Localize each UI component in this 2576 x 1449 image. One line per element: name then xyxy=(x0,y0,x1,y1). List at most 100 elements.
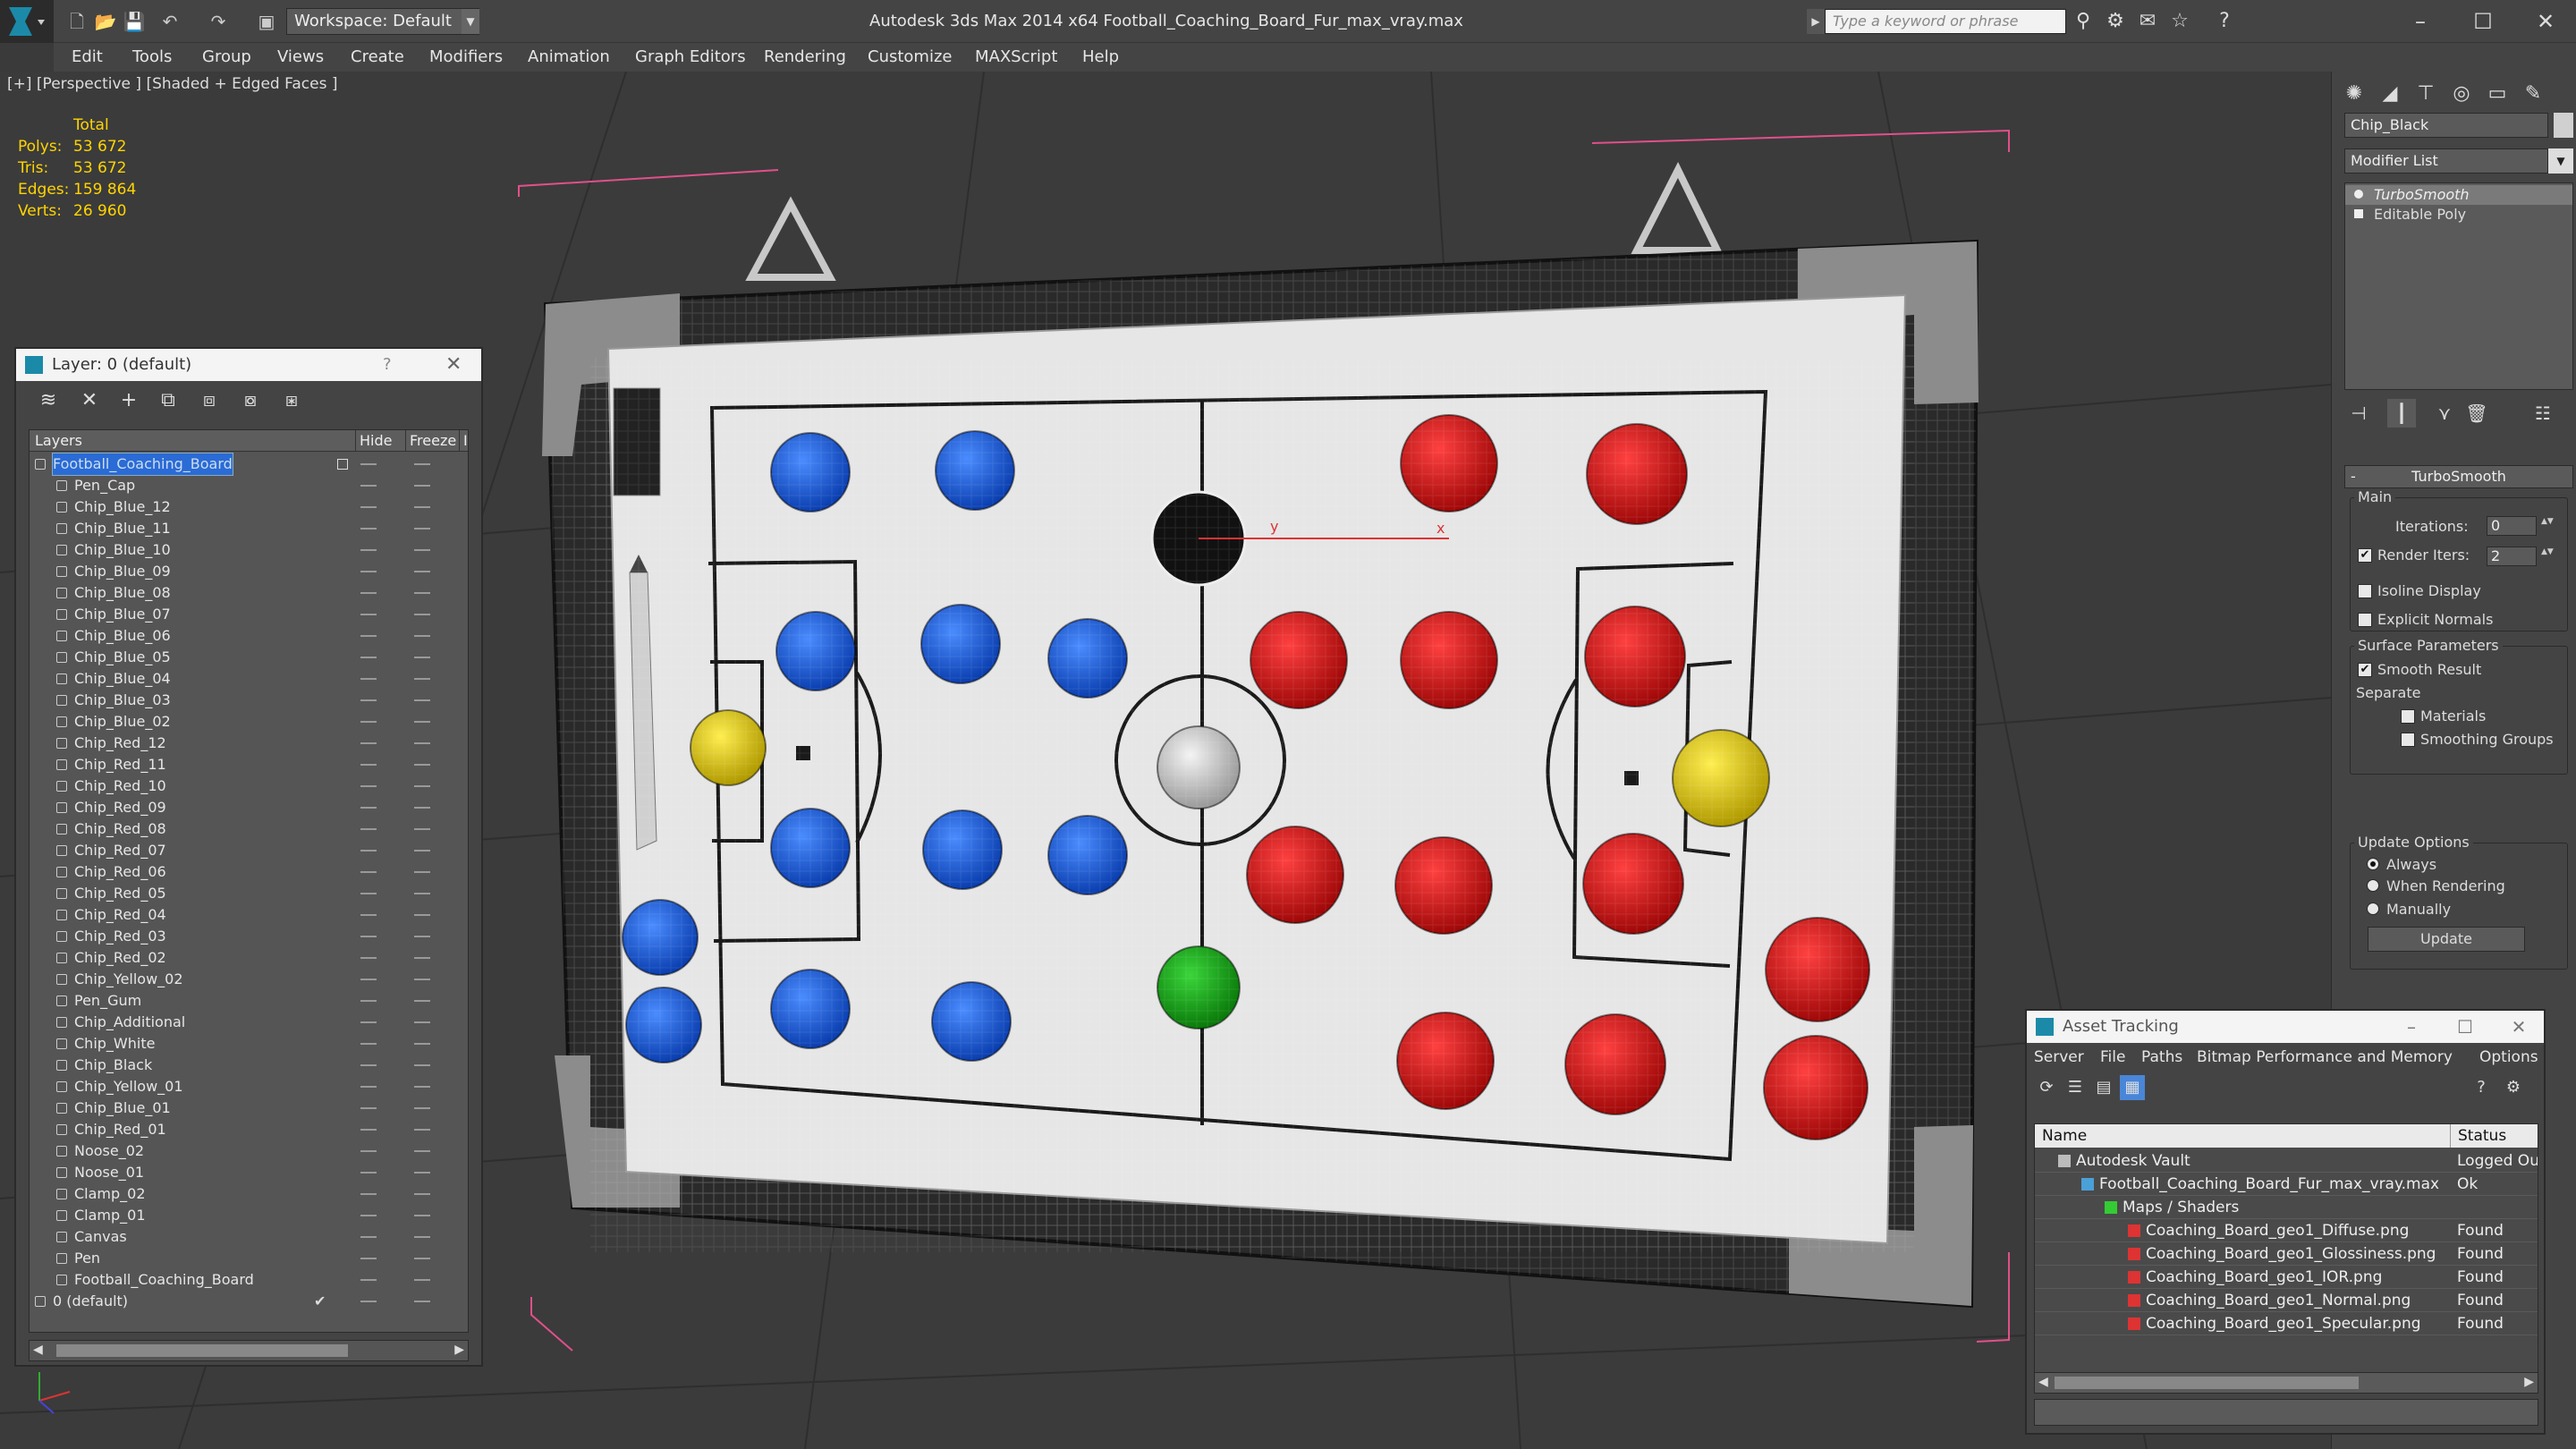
layer-row[interactable]: Chip_Red_11 xyxy=(30,754,468,775)
hide-toggle[interactable] xyxy=(360,1150,377,1152)
freeze-toggle[interactable] xyxy=(414,571,430,572)
layer-panel-title[interactable]: Layer: 0 (default) xyxy=(16,349,481,381)
freeze-toggle[interactable] xyxy=(414,1107,430,1109)
manually-radio[interactable] xyxy=(2367,902,2379,915)
menu-graph-editors[interactable]: Graph Editors xyxy=(635,47,746,68)
add-to-layer-icon[interactable]: + xyxy=(114,386,143,415)
hide-toggle[interactable] xyxy=(360,571,377,572)
iterations-spinner[interactable]: 0 xyxy=(2487,516,2554,536)
object-color-swatch[interactable] xyxy=(2554,113,2573,138)
hide-toggle[interactable] xyxy=(360,635,377,637)
asset-row[interactable]: Autodesk Vault Logged Ou xyxy=(2035,1149,2538,1173)
modifier-list-dropdown[interactable]: Modifier List xyxy=(2344,148,2548,174)
layer-row[interactable]: Chip_Black xyxy=(30,1055,468,1076)
hide-toggle[interactable] xyxy=(360,914,377,916)
show-end-result-icon[interactable]: ┃ xyxy=(2387,399,2416,428)
col-extra[interactable]: I xyxy=(459,430,468,452)
hide-toggle[interactable] xyxy=(360,807,377,809)
asset-row[interactable]: Coaching_Board_geo1_IOR.png Found xyxy=(2035,1266,2538,1289)
binoculars-icon[interactable]: ⚲ xyxy=(2070,8,2097,35)
save-file-icon[interactable]: 💾 xyxy=(122,9,147,34)
layer-row[interactable]: Chip_Red_04 xyxy=(30,904,468,926)
hide-toggle[interactable] xyxy=(360,785,377,787)
freeze-toggle[interactable] xyxy=(414,979,430,980)
layer-row[interactable]: Chip_Red_07 xyxy=(30,840,468,861)
freeze-toggle[interactable] xyxy=(414,1258,430,1259)
modify-tab-icon[interactable]: ◢ xyxy=(2375,79,2405,109)
hide-toggle[interactable] xyxy=(360,1301,377,1302)
motion-tab-icon[interactable]: ◎ xyxy=(2446,79,2477,109)
hide-toggle[interactable] xyxy=(360,1064,377,1066)
hide-toggle[interactable] xyxy=(360,1172,377,1174)
list-view-icon[interactable]: ☰ xyxy=(2063,1075,2088,1100)
minimize-icon[interactable]: – xyxy=(2394,1011,2429,1043)
horizontal-scrollbar[interactable]: ◀ ▶ xyxy=(29,1340,469,1361)
freeze-toggle[interactable] xyxy=(414,1129,430,1131)
hide-toggle[interactable] xyxy=(360,1258,377,1259)
menu-rendering[interactable]: Rendering xyxy=(764,47,846,68)
new-file-icon[interactable]: 🗋 xyxy=(64,9,89,34)
project-folder-icon[interactable]: ▣ xyxy=(254,9,279,34)
undo-icon[interactable]: ↶ xyxy=(157,9,182,34)
smooth-result-checkbox[interactable]: ✔ xyxy=(2358,663,2372,677)
layer-row[interactable]: Chip_Red_09 xyxy=(30,797,468,818)
menu-help[interactable]: Help xyxy=(1082,47,1119,68)
layer-row[interactable]: Chip_Blue_12 xyxy=(30,496,468,518)
hide-toggle[interactable] xyxy=(360,764,377,766)
open-file-icon[interactable]: 📂 xyxy=(93,9,118,34)
hide-toggle[interactable] xyxy=(360,979,377,980)
freeze-toggle[interactable] xyxy=(414,1172,430,1174)
layer-row[interactable]: Noose_01 xyxy=(30,1162,468,1183)
stack-item-turbosmooth[interactable]: TurboSmooth xyxy=(2345,185,2572,205)
col-freeze[interactable]: Freeze xyxy=(405,430,456,452)
freeze-toggle[interactable] xyxy=(414,1064,430,1066)
freeze-toggle[interactable] xyxy=(414,764,430,766)
close-icon[interactable]: ✕ xyxy=(2501,1011,2537,1043)
freeze-toggle[interactable] xyxy=(414,1301,430,1302)
freeze-toggle[interactable] xyxy=(414,721,430,723)
redo-icon[interactable]: ↷ xyxy=(206,9,231,34)
menu-bitmap-performance[interactable]: Bitmap Performance and Memory xyxy=(2197,1046,2453,1068)
explicit-normals-checkbox[interactable] xyxy=(2358,613,2372,627)
current-layer-check-icon[interactable]: ✔ xyxy=(314,1291,326,1312)
minimize-window-icon[interactable]: – xyxy=(2394,5,2447,38)
menu-customize[interactable]: Customize xyxy=(868,47,952,68)
hide-toggle[interactable] xyxy=(360,657,377,658)
menu-tools[interactable]: Tools xyxy=(132,47,172,68)
layer-row[interactable]: Noose_02 xyxy=(30,1140,468,1162)
hide-toggle[interactable] xyxy=(360,1129,377,1131)
display-tab-icon[interactable]: ▭ xyxy=(2482,79,2512,109)
layer-row[interactable]: Clamp_01 xyxy=(30,1205,468,1226)
col-status[interactable]: Status xyxy=(2450,1124,2506,1148)
asset-path-field[interactable] xyxy=(2034,1399,2538,1426)
layer-row[interactable]: Chip_Red_01 xyxy=(30,1119,468,1140)
hide-toggle[interactable] xyxy=(360,1107,377,1109)
hide-toggle[interactable] xyxy=(360,678,377,680)
layer-row[interactable]: Canvas xyxy=(30,1226,468,1248)
layer-row[interactable]: Football_Coaching_Board xyxy=(30,453,468,476)
hide-toggle[interactable] xyxy=(360,1000,377,1002)
menu-views[interactable]: Views xyxy=(277,47,324,68)
hide-toggle[interactable] xyxy=(360,1043,377,1045)
hide-toggle[interactable] xyxy=(360,1279,377,1281)
layer-row[interactable]: Pen_Gum xyxy=(30,990,468,1012)
freeze-toggle[interactable] xyxy=(414,742,430,744)
freeze-toggle[interactable] xyxy=(414,1043,430,1045)
layer-row[interactable]: Chip_Blue_09 xyxy=(30,561,468,582)
layer-row[interactable]: Chip_Blue_03 xyxy=(30,690,468,711)
layer-row[interactable]: Chip_Blue_06 xyxy=(30,625,468,647)
layer-row[interactable]: Chip_Blue_11 xyxy=(30,518,468,539)
layer-row[interactable]: Chip_Red_02 xyxy=(30,947,468,969)
layer-row[interactable]: Chip_Yellow_01 xyxy=(30,1076,468,1097)
asset-row[interactable]: Coaching_Board_geo1_Glossiness.png Found xyxy=(2035,1242,2538,1266)
asset-tracking-window[interactable]: Asset Tracking – ☐ ✕ Server File Paths B… xyxy=(2025,1009,2546,1435)
render-iters-spinner[interactable]: 2 xyxy=(2487,547,2554,566)
hide-toggle[interactable] xyxy=(360,936,377,937)
hide-toggle[interactable] xyxy=(360,957,377,959)
asset-table[interactable]: Name Status Autodesk Vault Logged Ou Footb… xyxy=(2034,1123,2538,1383)
menu-animation[interactable]: Animation xyxy=(528,47,610,68)
layer-row[interactable]: Pen xyxy=(30,1248,468,1269)
menu-options[interactable]: Options xyxy=(2479,1046,2538,1068)
freeze-toggle[interactable] xyxy=(414,807,430,809)
menu-server[interactable]: Server xyxy=(2034,1046,2084,1068)
